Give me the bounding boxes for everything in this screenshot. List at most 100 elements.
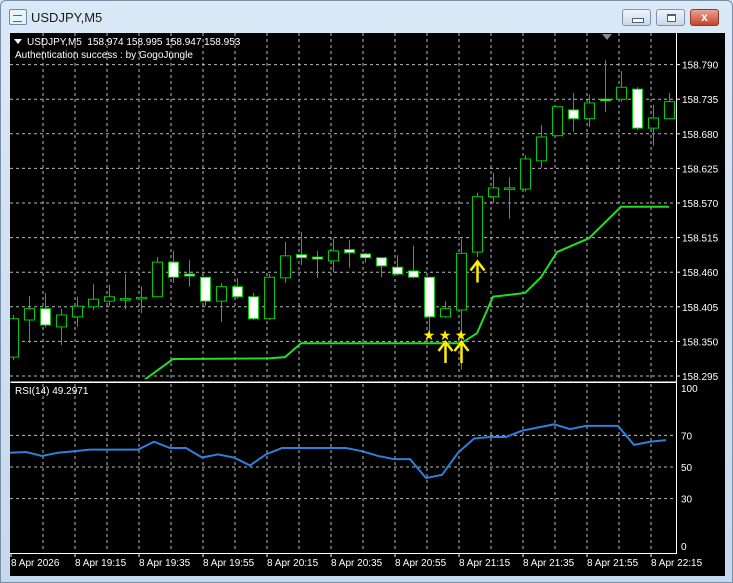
candle — [232, 277, 243, 299]
candle — [200, 276, 211, 307]
candle — [152, 257, 163, 298]
time-tick-label: 8 Apr 20:35 — [331, 558, 383, 569]
candle-body — [376, 257, 387, 267]
candle — [72, 296, 83, 327]
price-tick-label: 158.790 — [682, 61, 719, 72]
candle-body — [424, 276, 435, 318]
candle-body — [312, 256, 323, 260]
rsi-label: RSI(14) 49.2971 — [15, 386, 89, 397]
candle-body — [504, 187, 515, 190]
price-tick-label: 158.460 — [682, 268, 719, 279]
candle — [136, 286, 147, 314]
candle-body — [360, 253, 371, 259]
candle-body — [600, 98, 611, 102]
candle — [120, 274, 131, 310]
price-tick-label: 158.515 — [682, 234, 719, 245]
candle-body — [632, 88, 643, 129]
time-tick-label: 8 Apr 22:15 — [651, 558, 703, 569]
time-tick-label: 8 Apr 19:15 — [75, 558, 127, 569]
candle — [88, 284, 99, 310]
candle — [440, 301, 451, 319]
candle-body — [200, 276, 211, 302]
candle-body — [552, 106, 563, 137]
candle-body — [40, 308, 51, 326]
rsi-tick-label: 30 — [681, 495, 693, 506]
up-arrow-icon — [437, 339, 454, 363]
rsi-tick-label: 70 — [681, 431, 693, 442]
candle — [296, 231, 307, 266]
candle — [168, 250, 179, 283]
candle-body — [616, 86, 627, 100]
price-tick-label: 158.570 — [682, 199, 719, 210]
candle — [392, 255, 403, 276]
candle-body — [136, 296, 147, 300]
price-tick-label: 158.735 — [682, 95, 719, 106]
candle — [104, 284, 115, 307]
candle-body — [56, 314, 67, 328]
ohlc-values: 158.974 158.995 158.947 158.953 — [87, 37, 241, 48]
candle — [40, 292, 51, 328]
candle — [280, 242, 291, 283]
candle-body — [344, 249, 355, 254]
up-arrow-icon — [453, 339, 470, 363]
candle — [632, 87, 643, 131]
candle — [56, 308, 67, 346]
rsi-tick-label: 100 — [681, 384, 698, 395]
collapse-triangle-icon[interactable] — [14, 39, 22, 44]
candle-body — [280, 255, 291, 279]
candle — [472, 192, 483, 258]
candle — [408, 245, 419, 279]
candle-body — [120, 298, 131, 301]
candle — [376, 257, 387, 278]
time-tick-label: 8 Apr 21:55 — [587, 558, 639, 569]
time-tick-label: 8 Apr 21:15 — [459, 558, 511, 569]
candle — [248, 292, 259, 321]
candle-body — [536, 136, 547, 162]
candle — [616, 70, 627, 102]
candle — [536, 124, 547, 168]
time-tick-label: 8 Apr 20:55 — [395, 558, 447, 569]
time-tick-label: 8 Apr 21:35 — [523, 558, 575, 569]
rsi-line — [10, 423, 667, 480]
candle-body — [392, 266, 403, 275]
candle-body — [168, 261, 179, 278]
time-tick-label: 8 Apr 19:35 — [139, 558, 191, 569]
rsi-tick-label: 0 — [681, 542, 687, 553]
auth-notice: Authentication success : by GogoJungle — [15, 50, 193, 61]
star-signal-icon: ★ — [423, 327, 436, 343]
candle-body — [520, 158, 531, 190]
candle — [184, 260, 195, 287]
candle-body — [296, 254, 307, 259]
candle-body — [264, 276, 275, 320]
chart-header: USDJPY,M5 158.974 158.995 158.947 158.95… — [14, 37, 240, 48]
candle — [312, 250, 323, 278]
candle-body — [408, 270, 419, 278]
candle-body — [488, 187, 499, 198]
candle — [264, 274, 275, 321]
candle-body — [216, 286, 227, 302]
candle-body — [664, 101, 675, 120]
price-chart[interactable]: 158.790 158.735 158.680 158.625 158.570 158.5… — [0, 0, 733, 583]
candle — [10, 314, 19, 361]
candle-body — [24, 308, 35, 321]
pane-separator — [10, 381, 677, 383]
candle-body — [456, 252, 467, 311]
candle-body — [648, 117, 659, 129]
rsi-tick-label: 50 — [681, 463, 693, 474]
candle — [24, 296, 35, 344]
price-tick-label: 158.350 — [682, 337, 719, 348]
price-tick-label: 158.295 — [682, 372, 719, 383]
candle-body — [72, 305, 83, 318]
candle — [504, 177, 515, 219]
candle-body — [328, 250, 339, 262]
candle — [216, 282, 227, 322]
candle-body — [248, 296, 259, 320]
candle-body — [88, 298, 99, 308]
price-tick-label: 158.680 — [682, 130, 719, 141]
candle-body — [232, 286, 243, 298]
main-pane: ★ ★ ★ — [10, 60, 675, 379]
candle — [664, 92, 675, 120]
candle-body — [104, 296, 115, 302]
candle-body — [472, 196, 483, 253]
candle-body — [10, 318, 19, 358]
